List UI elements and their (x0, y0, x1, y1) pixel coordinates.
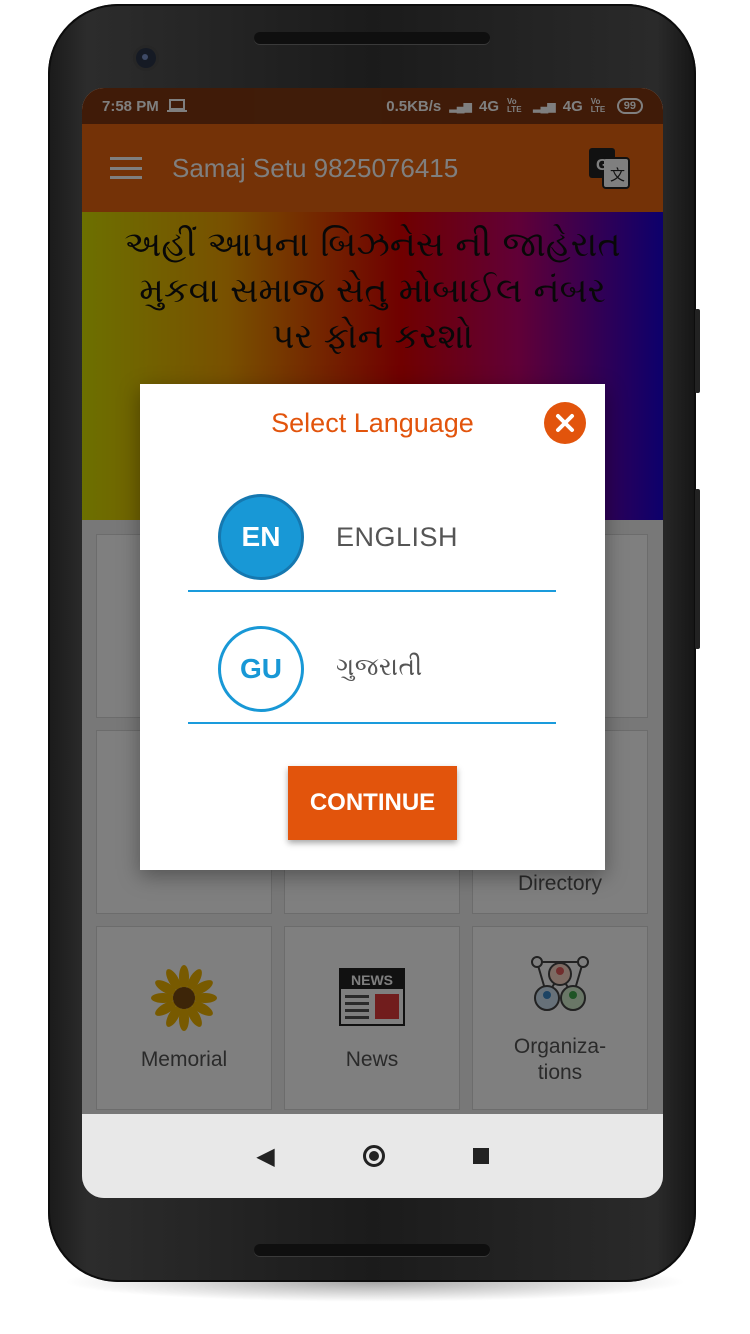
power-button (695, 489, 700, 649)
language-name: ગુજરાતી (336, 652, 423, 681)
front-camera (136, 48, 156, 68)
close-icon (556, 414, 574, 432)
earpiece-speaker (254, 32, 490, 44)
close-button[interactable] (544, 402, 586, 444)
recents-icon[interactable] (472, 1148, 489, 1164)
language-name: ENGLISH (336, 522, 459, 552)
language-option-gujarati[interactable]: GU ગુજરાતી (188, 616, 556, 724)
language-dialog: Select Language EN ENGLISH GU ગુજરાતી CO… (140, 384, 605, 870)
volume-button (695, 309, 700, 393)
home-icon[interactable] (362, 1145, 385, 1167)
language-code-badge: EN (218, 494, 304, 580)
bottom-speaker (254, 1244, 490, 1256)
navigation-bar: ◀ (82, 1114, 663, 1198)
back-icon[interactable]: ◀ (256, 1142, 274, 1171)
continue-button[interactable]: CONTINUE (288, 766, 457, 840)
language-option-english[interactable]: EN ENGLISH (188, 484, 556, 592)
language-code-badge: GU (218, 626, 304, 712)
dialog-title: Select Language (271, 408, 474, 438)
